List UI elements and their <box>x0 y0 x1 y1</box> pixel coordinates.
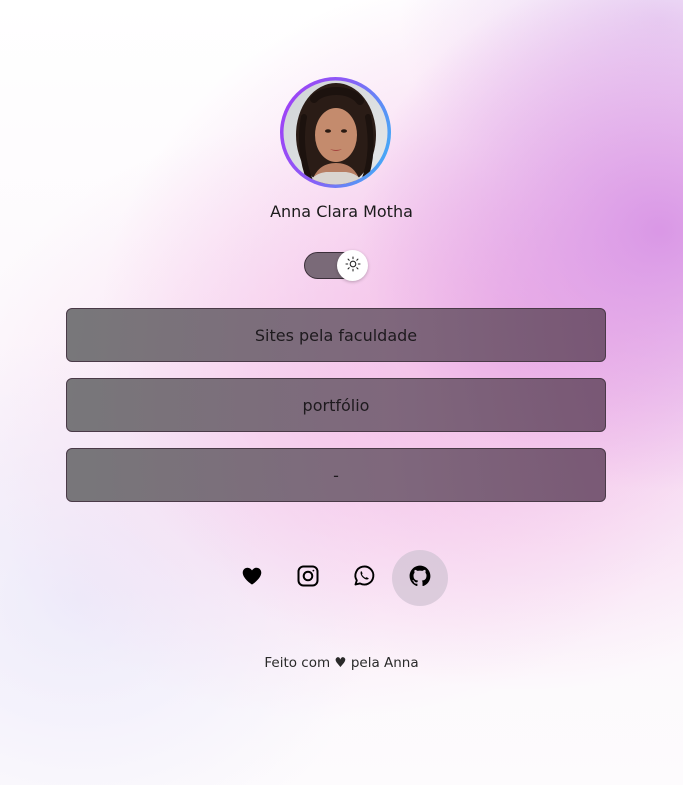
theme-toggle-knob[interactable] <box>337 250 368 281</box>
instagram-icon <box>296 564 320 592</box>
link-portfolio[interactable]: portfólio <box>66 378 606 432</box>
link-label: - <box>333 465 339 485</box>
heart-link[interactable] <box>224 550 280 606</box>
link-label: Sites pela faculdade <box>254 325 418 345</box>
github-icon <box>408 564 432 592</box>
profile-photo <box>283 80 388 185</box>
heart-icon <box>241 565 263 591</box>
profile-name: Anna Clara Motha <box>270 202 413 221</box>
footer-heart: ♥ <box>334 655 347 671</box>
footer: Feito com ♥ pela Anna <box>0 655 683 671</box>
link-sites-faculdade[interactable]: Sites pela faculdade <box>66 308 606 362</box>
github-link[interactable] <box>392 550 448 606</box>
instagram-link[interactable] <box>280 550 336 606</box>
link-label: portfólio <box>302 395 370 415</box>
avatar <box>280 77 391 188</box>
whatsapp-link[interactable] <box>336 550 392 606</box>
footer-suffix: pela Anna <box>350 655 419 671</box>
link-empty[interactable]: - <box>66 448 606 502</box>
whatsapp-icon <box>352 564 376 592</box>
footer-prefix: Feito com <box>264 655 331 671</box>
sun-icon <box>344 255 361 276</box>
